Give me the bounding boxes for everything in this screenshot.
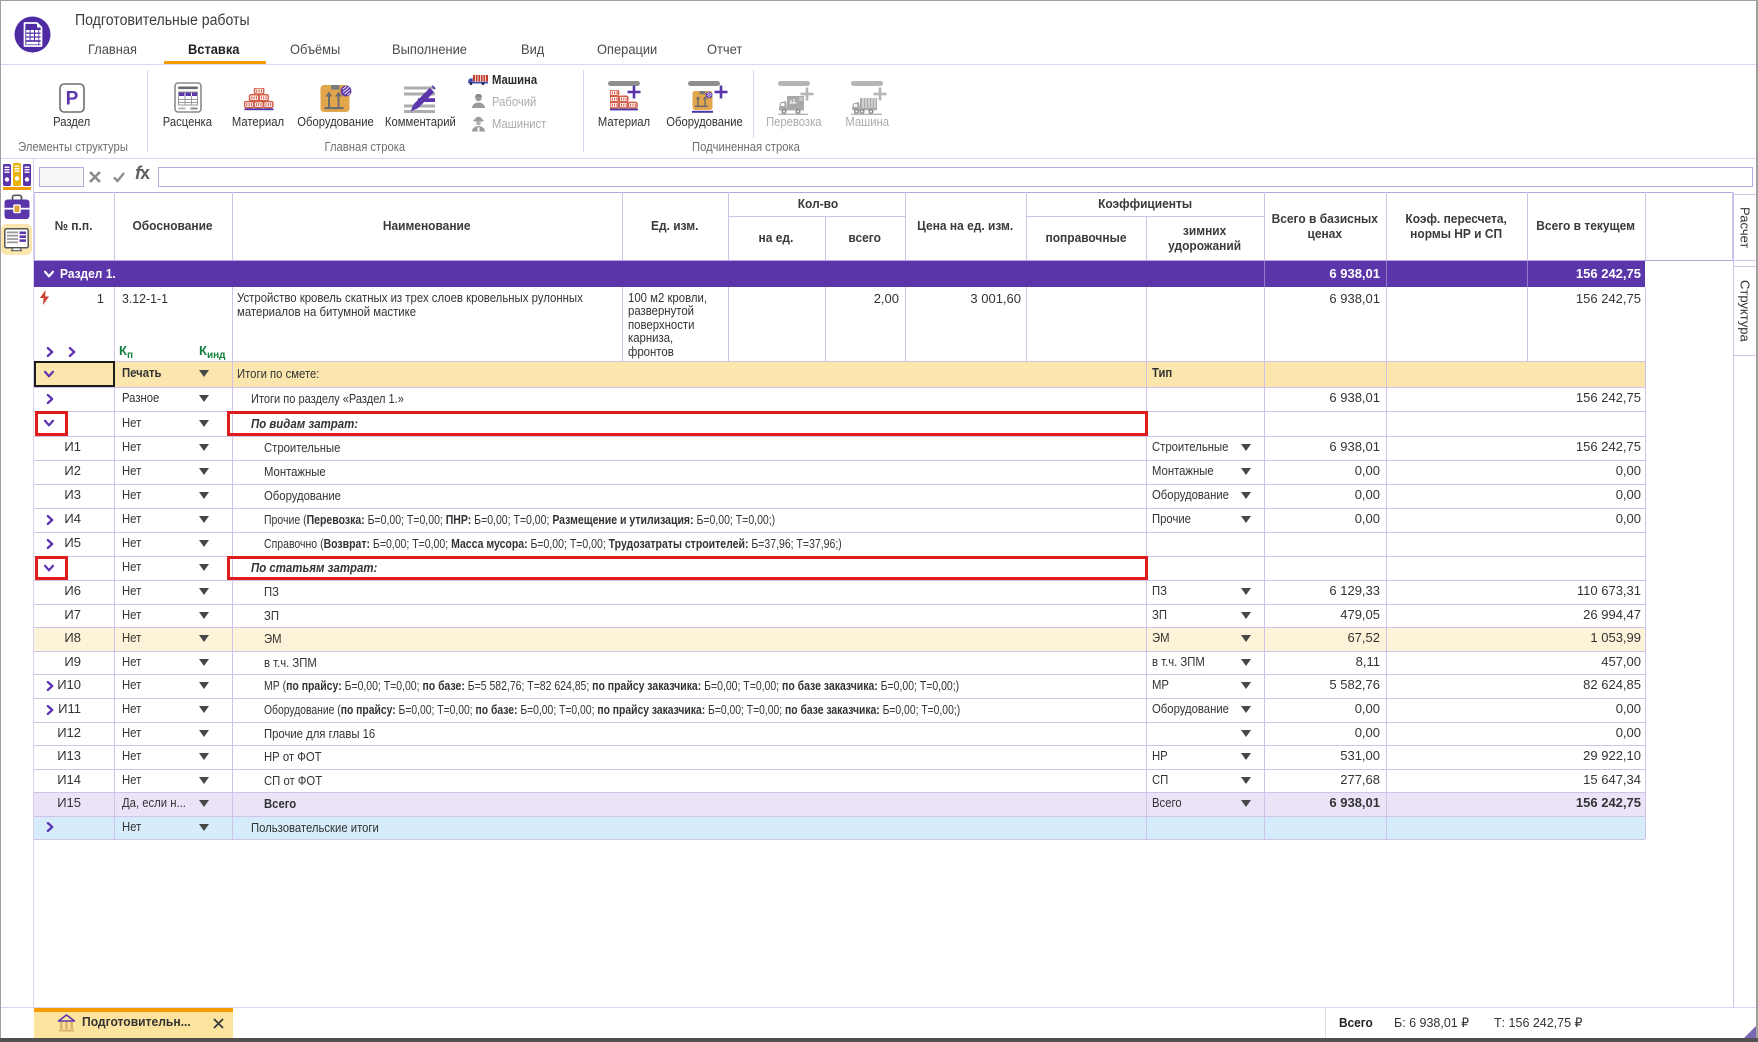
svg-text:P: P (66, 89, 79, 110)
